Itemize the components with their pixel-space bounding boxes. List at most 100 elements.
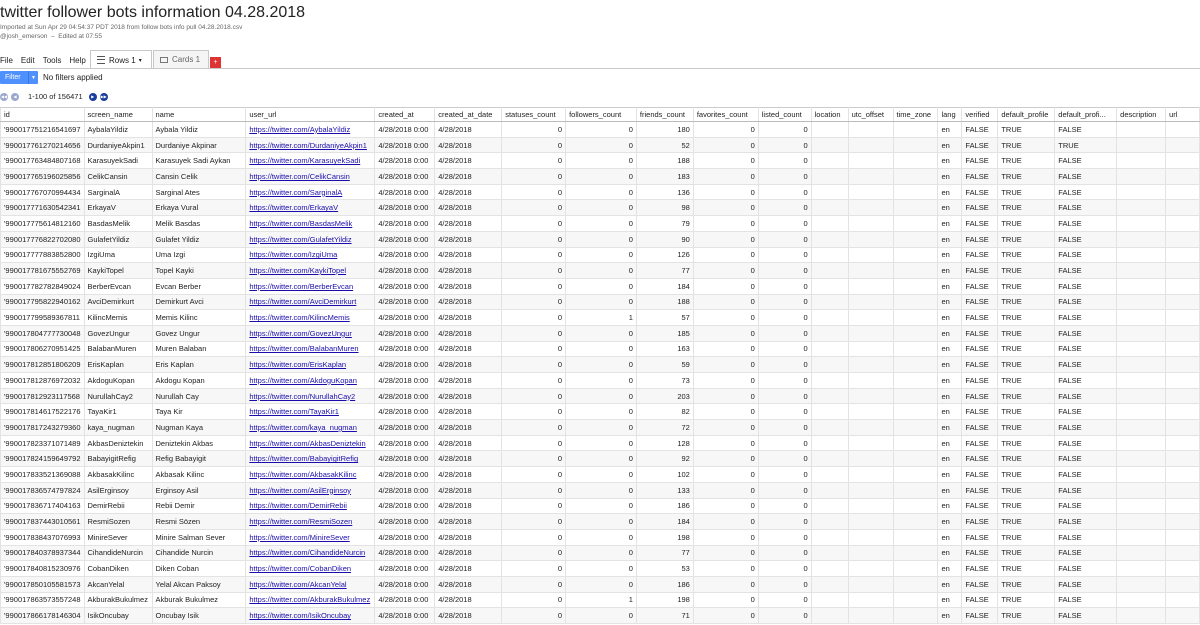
table-row[interactable]: '990017866178146304 IsikOncubay Oncubay Is… <box>0 607 1200 624</box>
chevron-down-icon[interactable]: ▾ <box>139 57 142 64</box>
table-row[interactable]: '990017795822940162 AvciDemirkurt Demirkur… <box>0 293 1200 311</box>
column-header-listed-count[interactable]: listed_count <box>757 107 812 122</box>
table-row[interactable]: '990017812851806209 ErisKaplan Eris Kaplan… <box>0 356 1200 373</box>
table-row[interactable]: '990017761270214656 DurdaniyeAkpin1 Durdan… <box>0 136 1200 154</box>
column-header-url[interactable]: url <box>1165 107 1200 122</box>
table-row[interactable]: '990017836574797824 AsilErginsoy Erginsoy … <box>0 481 1200 499</box>
table-row[interactable]: '990017775614812160 BasdasMelik Melik Basd… <box>0 215 1200 232</box>
table-row[interactable]: '990017804777730048 GovezUngur Govez Ungur… <box>0 324 1200 342</box>
user-url-link[interactable]: https://twitter.com/AkcanYelal <box>249 580 346 589</box>
column-header-favorites-count[interactable]: favorites_count <box>692 107 759 122</box>
table-row[interactable]: '990017763484807168 KarasuyekSadi Karasuye… <box>0 152 1200 170</box>
user-url-link[interactable]: https://twitter.com/DurdaniyeAkpin1 <box>249 141 367 150</box>
table-row[interactable]: '990017812923117568 NurullahCay2 Nurullah … <box>0 387 1200 405</box>
chevron-down-icon[interactable]: ▼ <box>28 71 38 84</box>
first-page-icon[interactable]: ◀◀ <box>0 92 8 101</box>
user-url-link[interactable]: https://twitter.com/KilincMemis <box>249 313 349 322</box>
table-row[interactable]: '990017837443010561 ResmiSozen Resmi Sözen… <box>0 513 1200 530</box>
user-url-link[interactable]: https://twitter.com/CobanDiken <box>249 564 351 573</box>
column-header-id[interactable]: id <box>0 107 85 122</box>
menu-help[interactable]: Help <box>69 56 85 65</box>
user-url-link[interactable]: https://twitter.com/AkburakBukulmez <box>249 595 370 604</box>
user-url-link[interactable]: https://twitter.com/GulafetYildiz <box>249 235 351 244</box>
column-header-created-at-date[interactable]: created_at_date <box>434 107 503 122</box>
column-header-name[interactable]: name <box>151 107 247 122</box>
user-url-link[interactable]: https://twitter.com/SarginalA <box>249 188 342 197</box>
table-row[interactable]: '990017814617522176 TayaKir1 Taya Kir https… <box>0 403 1200 421</box>
table-row[interactable]: '990017771630542341 ErkayaV Erkaya Vural ht… <box>0 199 1200 217</box>
user-url-link[interactable]: https://twitter.com/AybalaYildiz <box>249 125 350 134</box>
column-header-verified[interactable]: verified <box>961 107 999 122</box>
column-header-description[interactable]: description <box>1116 107 1167 122</box>
owner-name[interactable]: @josh_emerson <box>0 33 47 40</box>
table-row[interactable]: '990017751216541697 AybalaYildiz Aybala Yi… <box>0 121 1200 138</box>
table-row[interactable]: '990017863573557248 AkburakBukulmez Akbura… <box>0 591 1200 609</box>
table-row[interactable]: '990017840815230976 CobanDiken Diken Coban… <box>0 560 1200 577</box>
column-header-statuses-count[interactable]: statuses_count <box>501 107 567 122</box>
next-page-icon[interactable]: ▶ <box>88 92 97 101</box>
table-row[interactable]: '990017838437076993 MinireSever Minire Sal… <box>0 528 1200 546</box>
table-row[interactable]: '990017840378937344 CihandideNurcin Cihand… <box>0 544 1200 562</box>
column-header-location[interactable]: location <box>810 107 849 122</box>
user-url-link[interactable]: https://twitter.com/CihandideNurcin <box>249 548 365 557</box>
column-header-default-profile[interactable]: default_profile <box>997 107 1056 122</box>
user-url-link[interactable]: https://twitter.com/IzgiUma <box>249 250 337 259</box>
user-url-link[interactable]: https://twitter.com/TayaKir1 <box>249 407 339 416</box>
table-row[interactable]: '990017767070994434 SarginalA Sarginal Ate… <box>0 183 1200 201</box>
column-header-utc-offset[interactable]: utc_offset <box>847 107 894 122</box>
column-header-lang[interactable]: lang <box>937 107 963 122</box>
table-row[interactable]: '990017806270951425 BalabanMuren Muren Bal… <box>0 340 1200 358</box>
table-row[interactable]: '990017781675552769 KaykiTopel Topel Kayki… <box>0 262 1200 279</box>
table-row[interactable]: '990017817243279360 kaya_nugman Nugman Kay… <box>0 419 1200 436</box>
table-row[interactable]: '990017850105581573 AkcanYelal Yelal Akcan… <box>0 575 1200 593</box>
user-url-link[interactable]: https://twitter.com/ErkayaV <box>249 203 338 212</box>
menu-file[interactable]: File <box>0 56 13 65</box>
user-url-link[interactable]: https://twitter.com/AkbasakKilinc <box>249 470 356 479</box>
table-row[interactable]: '990017824159649792 BabayigitRefig Refig B… <box>0 450 1200 468</box>
table-row[interactable]: '990017833521369088 AkbasakKilinc Akbasak … <box>0 466 1200 483</box>
user-url-link[interactable]: https://twitter.com/KaykiTopel <box>249 266 346 275</box>
menu-tools[interactable]: Tools <box>43 56 62 65</box>
user-url-link[interactable]: https://twitter.com/KarasuyekSadi <box>249 156 360 165</box>
user-url-link[interactable]: https://twitter.com/AkdoguKopan <box>249 376 357 385</box>
user-url-link[interactable]: https://twitter.com/IsikOncubay <box>249 611 351 620</box>
column-header-user-url[interactable]: user_url <box>245 107 376 122</box>
column-header-time-zone[interactable]: time_zone <box>892 107 939 122</box>
table-row[interactable]: '990017823371071489 AkbasDeniztekin Denizt… <box>0 434 1200 452</box>
user-url-link[interactable]: https://twitter.com/BasdasMelik <box>249 219 352 228</box>
table-row[interactable]: '990017812876972032 AkdoguKopan Akdogu Kop… <box>0 372 1200 389</box>
user-url-link[interactable]: https://twitter.com/BerberEvcan <box>249 282 353 291</box>
user-url-link[interactable]: https://twitter.com/kaya_nugman <box>249 423 357 432</box>
user-url-link[interactable]: https://twitter.com/BabayigitRefig <box>249 454 358 463</box>
column-header-default-profi-[interactable]: default_profi... <box>1054 107 1118 122</box>
user-url-link[interactable]: https://twitter.com/GovezUngur <box>249 329 352 338</box>
tab-cards[interactable]: Cards 1 <box>153 50 209 68</box>
user-url-link[interactable]: https://twitter.com/AvciDemirkurt <box>249 297 356 306</box>
add-tab-button[interactable]: + <box>210 57 221 68</box>
table-row[interactable]: '990017765196025856 CelikCansin Cansin Cel… <box>0 168 1200 185</box>
prev-page-icon[interactable]: ◀ <box>11 92 19 101</box>
table-row[interactable]: '990017776822702080 GulafetYildiz Gulafet … <box>0 230 1200 248</box>
table-row[interactable]: '990017782782849024 BerberEvcan Evcan Berb… <box>0 277 1200 295</box>
user-url-link[interactable]: https://twitter.com/AkbasDeniztekin <box>249 439 365 448</box>
cell-url <box>1165 293 1200 311</box>
table-row[interactable]: '990017836717404163 DemirRebii Rebii Demir… <box>0 497 1200 515</box>
column-header-friends-count[interactable]: friends_count <box>635 107 694 122</box>
filter-button[interactable]: Filter ▼ <box>0 71 38 84</box>
column-header-followers-count[interactable]: followers_count <box>565 107 637 122</box>
user-url-link[interactable]: https://twitter.com/AsilErginsoy <box>249 486 351 495</box>
tab-rows[interactable]: Rows 1 ▾ <box>90 50 152 69</box>
column-header-created-at[interactable]: created_at <box>374 107 436 122</box>
user-url-link[interactable]: https://twitter.com/BalabanMuren <box>249 344 358 353</box>
menu-edit[interactable]: Edit <box>21 56 35 65</box>
user-url-link[interactable]: https://twitter.com/CelikCansin <box>249 172 349 181</box>
user-url-link[interactable]: https://twitter.com/DemirRebii <box>249 501 347 510</box>
user-url-link[interactable]: https://twitter.com/MinireSever <box>249 533 349 542</box>
column-header-screen-name[interactable]: screen_name <box>83 107 153 122</box>
user-url-link[interactable]: https://twitter.com/ErisKaplan <box>249 360 346 369</box>
user-url-link[interactable]: https://twitter.com/ResmiSozen <box>249 517 352 526</box>
last-page-icon[interactable]: ▶▶ <box>99 92 108 101</box>
user-url-link[interactable]: https://twitter.com/NurullahCay2 <box>249 392 355 401</box>
table-row[interactable]: '990017799589367811 KilincMemis Memis Kili… <box>0 309 1200 326</box>
table-row[interactable]: '990017777883852800 IzgiUma Uma Izgi https:… <box>0 246 1200 264</box>
